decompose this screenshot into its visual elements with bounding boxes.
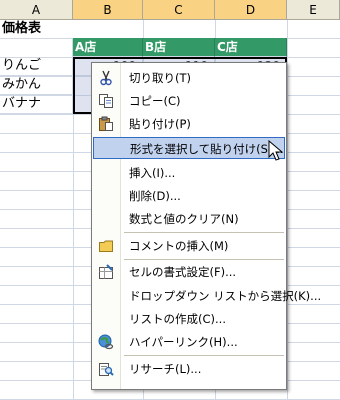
menu-item-delete[interactable]: 削除(D)... [93,185,285,207]
row-label-banana[interactable]: バナナ [0,95,73,114]
menu-item-format-cells[interactable]: セルの書式設定(F)... [93,261,285,283]
header-cell-store-a[interactable]: A店 [73,38,143,57]
menu-item-hyperlink[interactable]: ハイパーリンク(H)... [93,331,285,353]
menu-item-label: 貼り付け(P) [129,117,191,131]
copy-icon [98,93,114,109]
menu-item-label: ドロップダウン リストから選択(K)... [129,289,322,303]
header-cell-store-c[interactable]: C店 [215,38,287,57]
menu-item-label: 挿入(I)... [129,166,176,180]
column-header-c[interactable]: C [143,0,215,20]
menu-item-research[interactable]: リサーチ(L)... [93,358,285,380]
menu-item-pick-from-list[interactable]: ドロップダウン リストから選択(K)... [93,285,321,307]
menu-item-label: コメントの挿入(M) [129,239,229,253]
menu-item-clear-contents[interactable]: 数式と値のクリア(N) [93,208,285,230]
column-header-d[interactable]: D [215,0,287,20]
menu-item-label: セルの書式設定(F)... [129,265,237,279]
column-header-e[interactable]: E [287,0,340,20]
menu-item-cut[interactable]: 切り取り(T) [93,67,285,89]
menu-item-insert-comment[interactable]: コメントの挿入(M) [93,235,285,257]
context-menu: 切り取り(T) コピー(C) 貼り付け(P) 形式を選択して貼り付け(S)...… [91,62,321,390]
header-cell-store-b[interactable]: B店 [143,38,215,57]
comment-icon [98,238,114,254]
scissors-icon [98,70,114,86]
cell-a2[interactable] [0,39,73,58]
hyperlink-icon [98,334,114,350]
mouse-cursor-icon [268,140,284,161]
paste-icon [98,116,114,132]
menu-item-label: 形式を選択して貼り付け(S)... [130,142,284,156]
menu-item-label: 削除(D)... [129,189,181,203]
menu-item-label: 切り取り(T) [129,71,191,85]
column-header-a[interactable]: A [0,0,73,20]
menu-separator [124,355,284,356]
format-cells-icon [98,264,114,280]
menu-item-paste-special[interactable]: 形式を選択して貼り付け(S)... [93,137,285,159]
row-label-apple[interactable]: りんご [0,57,73,76]
menu-item-label: ハイパーリンク(H)... [129,335,238,349]
row-label-orange[interactable]: みかん [0,76,73,95]
menu-item-label: リサーチ(L)... [129,362,202,376]
menu-item-label: リストの作成(C)... [129,312,226,326]
menu-item-copy[interactable]: コピー(C) [93,90,285,112]
menu-item-insert[interactable]: 挿入(I)... [93,162,285,184]
menu-item-label: 数式と値のクリア(N) [129,212,239,226]
menu-separator [124,259,284,260]
research-icon [98,361,114,377]
column-header-b[interactable]: B [73,0,143,20]
menu-item-paste[interactable]: 貼り付け(P) [93,113,285,135]
menu-item-create-list[interactable]: リストの作成(C)... [93,308,285,330]
sheet-title[interactable]: 価格表 [0,20,143,39]
menu-separator [124,232,284,233]
menu-item-label: コピー(C) [129,94,181,108]
